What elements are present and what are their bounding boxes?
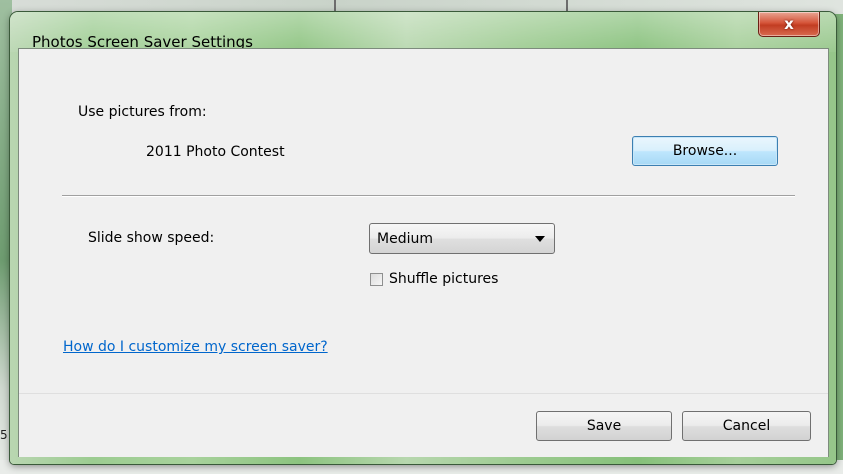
picture-source-value: 2011 Photo Contest [146,144,285,160]
use-pictures-label: Use pictures from: [78,104,207,120]
background-glyph: 5 [0,428,8,442]
dropdown-arrow-icon [535,235,545,242]
slide-show-speed-select[interactable]: Medium [369,223,555,254]
help-link[interactable]: How do I customize my screen saver? [63,339,328,355]
dialog-content: Use pictures from: 2011 Photo Contest Br… [18,48,829,457]
close-icon: x [784,15,794,33]
cancel-button[interactable]: Cancel [682,411,811,441]
slide-show-speed-label: Slide show speed: [88,230,215,246]
screen-saver-settings-dialog: Photos Screen Saver Settings x Use pictu… [10,12,836,464]
slide-show-speed-value: Medium [377,230,433,247]
close-button[interactable]: x [758,12,820,37]
browse-button[interactable]: Browse... [632,136,778,166]
dialog-footer: Save Cancel [19,393,828,457]
save-button[interactable]: Save [536,411,672,441]
section-separator [62,195,795,197]
shuffle-pictures-label: Shuffle pictures [389,271,499,287]
shuffle-pictures-checkbox[interactable] [370,272,383,286]
shuffle-pictures-option[interactable]: Shuffle pictures [370,271,498,287]
